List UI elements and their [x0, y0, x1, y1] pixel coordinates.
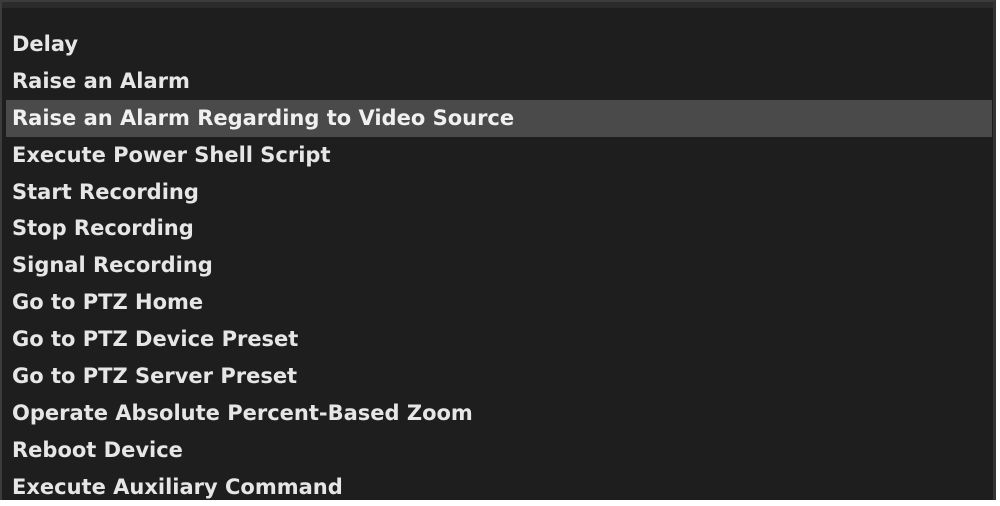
- action-list[interactable]: Delay Raise an Alarm Raise an Alarm Rega…: [6, 26, 994, 506]
- list-item-raise-an-alarm-regarding-video-source[interactable]: Raise an Alarm Regarding to Video Source: [6, 99, 992, 137]
- action-list-panel: Delay Raise an Alarm Raise an Alarm Rega…: [0, 0, 996, 500]
- list-item-stop-recording[interactable]: Stop Recording: [6, 210, 994, 247]
- list-item-execute-power-shell-script[interactable]: Execute Power Shell Script: [6, 137, 994, 174]
- list-item-raise-an-alarm[interactable]: Raise an Alarm: [6, 63, 994, 100]
- list-item-delay[interactable]: Delay: [6, 26, 994, 63]
- list-item-start-recording[interactable]: Start Recording: [6, 174, 994, 211]
- list-item-go-to-ptz-home[interactable]: Go to PTZ Home: [6, 284, 994, 321]
- list-item-execute-auxiliary-command[interactable]: Execute Auxiliary Command: [6, 469, 994, 506]
- list-item-signal-recording[interactable]: Signal Recording: [6, 247, 994, 284]
- list-item-go-to-ptz-server-preset[interactable]: Go to PTZ Server Preset: [6, 358, 994, 395]
- list-item-go-to-ptz-device-preset[interactable]: Go to PTZ Device Preset: [6, 321, 994, 358]
- panel-top-border: [2, 2, 993, 8]
- list-item-reboot-device[interactable]: Reboot Device: [6, 432, 994, 469]
- list-item-operate-absolute-percent-based-zoom[interactable]: Operate Absolute Percent-Based Zoom: [6, 395, 994, 432]
